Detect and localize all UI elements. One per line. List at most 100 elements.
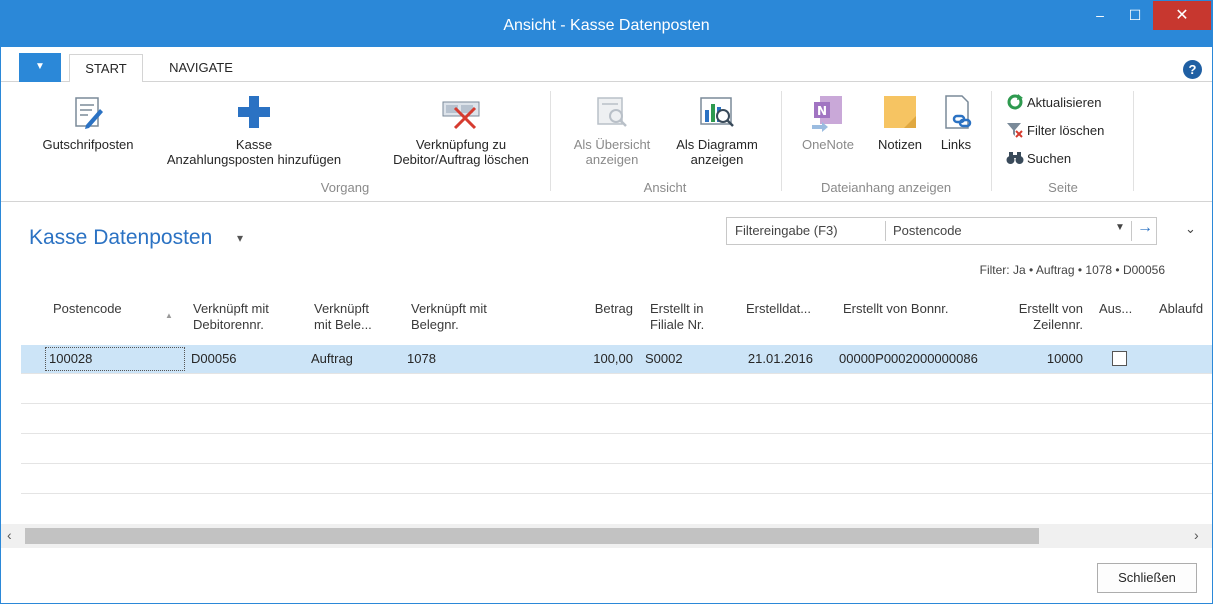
sticky-note-icon [884,96,916,128]
links-button[interactable]: Links [933,92,979,152]
collapse-chevron-icon[interactable]: ⌄ [1185,221,1196,237]
ribbon-separator [781,91,782,191]
cell-debitor[interactable]: D00056 [191,351,237,366]
row-divider [21,463,1212,464]
filter-loeschen-button[interactable]: Filter löschen [1006,121,1104,141]
filter-summary: Filter: Ja • Auftrag • 1078 • D00056 [979,263,1165,277]
diagramm-label-line1: Als Diagramm [676,137,758,152]
column-header-erstelldatum[interactable]: Erstelldat... [746,301,811,317]
group-label-dateianhang: Dateianhang anzeigen [820,180,952,195]
als-uebersicht-button[interactable]: Als Übersicht anzeigen [561,92,663,167]
column-header-bonnr[interactable]: Erstellt von Bonnr. [843,301,949,317]
ribbon: Gutschrifposten Kasse Anzahlungsposten h… [1,82,1212,202]
app-menu-button[interactable]: ▼ [19,53,61,82]
suchen-label: Suchen [1027,151,1072,166]
header-text: Belegnr. [411,317,459,332]
filter-divider [885,221,886,241]
verknuepfung-label-line2: Debitor/Auftrag löschen [393,152,529,167]
onenote-label: OneNote [801,137,855,152]
ribbon-separator [550,91,551,191]
cell-zeilennr[interactable]: 10000 [1001,351,1083,366]
column-header-zeilennr[interactable]: Erstellt von Zeilennr. [991,301,1083,333]
notizen-label: Notizen [877,137,923,152]
kasse-anzahlungsposten-button[interactable]: Kasse Anzahlungsposten hinzufügen [149,92,359,167]
header-text: Filiale Nr. [650,317,705,332]
edit-document-icon [75,97,103,129]
uebersicht-label-line1: Als Übersicht [573,137,651,152]
binoculars-icon [1006,152,1024,164]
filter-bar: Filtereingabe (F3) Postencode ▼ → [726,217,1157,245]
header-text: Verknüpft mit [193,301,269,316]
dropdown-arrow-icon[interactable]: ▼ [1115,222,1125,233]
onenote-button[interactable]: N OneNote [793,92,863,152]
refresh-icon [1007,94,1023,110]
maximize-button[interactable]: ☐ [1118,1,1152,30]
header-text: Erstellt von [1018,301,1083,316]
scrollbar-thumb[interactable] [25,528,1039,544]
table-row[interactable]: 100028 D00056 Auftrag 1078 100,00 S0002 … [21,345,1212,373]
header-text: mit Bele... [314,317,372,332]
filter-divider [1131,221,1132,241]
help-icon[interactable]: ? [1183,60,1202,79]
als-diagramm-button[interactable]: Als Diagramm anzeigen [665,92,769,167]
column-header-belegnr[interactable]: Verknüpft mit Belegnr. [411,301,487,333]
scroll-left-icon[interactable]: ‹ [7,527,12,543]
link-document-icon [945,95,972,129]
horizontal-scrollbar[interactable]: ‹ › [1,524,1212,548]
chevron-down-icon[interactable]: ▾ [237,231,243,245]
notizen-button[interactable]: Notizen [867,92,933,152]
cell-postencode[interactable]: 100028 [49,351,92,366]
dropdown-arrow-icon: ▼ [35,61,45,72]
header-text: Erstellt in [650,301,704,316]
row-divider [21,373,1212,374]
ribbon-separator [1133,91,1134,191]
group-label-ansicht: Ansicht [643,180,687,195]
filter-field-select[interactable]: Postencode [893,223,962,238]
suchen-button[interactable]: Suchen [1006,149,1071,169]
filter-input[interactable]: Filtereingabe (F3) [735,223,883,238]
checkbox-aus[interactable] [1112,351,1127,366]
uebersicht-label-line2: anzeigen [585,152,639,167]
header-text: Verknüpft [314,301,369,316]
cell-beleg[interactable]: Auftrag [311,351,353,366]
tab-navigate[interactable]: NAVIGATE [155,54,247,83]
links-label: Links [940,137,972,152]
ribbon-separator [991,91,992,191]
cell-betrag[interactable]: 100,00 [561,351,633,366]
gutschrifposten-label: Gutschrifposten [42,137,134,152]
cell-bonnr[interactable]: 00000P0002000000086 [839,351,978,366]
scroll-right-icon[interactable]: › [1194,527,1199,543]
minimize-button[interactable]: – [1083,1,1117,30]
column-header-filiale[interactable]: Erstellt in Filiale Nr. [650,301,704,333]
cell-belegnr[interactable]: 1078 [407,351,436,366]
cell-erstelldatum[interactable]: 21.01.2016 [721,351,813,366]
row-divider [21,433,1212,434]
header-text: Zeilennr. [1033,317,1083,332]
column-header-betrag[interactable]: Betrag [561,301,633,317]
onenote-icon: N [812,96,842,132]
verknuepfung-loeschen-button[interactable]: Verknüpfung zu Debitor/Auftrag löschen [381,92,541,167]
column-header-beleg[interactable]: Verknüpft mit Bele... [314,301,372,333]
close-window-button[interactable]: ✕ [1153,1,1211,30]
group-label-vorgang: Vorgang [320,180,370,195]
kasse-label-line1: Kasse [235,137,273,152]
column-header-debitor[interactable]: Verknüpft mit Debitorennr. [193,301,269,333]
column-header-ablauf[interactable]: Ablaufd [1159,301,1203,317]
column-header-aus[interactable]: Aus... [1099,301,1132,317]
cell-filiale[interactable]: S0002 [645,351,683,366]
row-divider [21,403,1212,404]
window-title: Ansicht - Kasse Datenposten [503,17,710,34]
aktualisieren-button[interactable]: Aktualisieren [1006,93,1101,113]
clear-filter-icon [1007,123,1023,138]
column-header-postencode[interactable]: Postencode [53,301,122,317]
close-button[interactable]: Schließen [1097,563,1197,593]
aktualisieren-label: Aktualisieren [1027,95,1102,110]
page-title: Kasse Datenposten [29,226,213,249]
arrow-right-icon[interactable]: → [1137,219,1153,237]
title-bar: Ansicht - Kasse Datenposten – ☐ ✕ [1,1,1212,47]
gutschrifposten-button[interactable]: Gutschrifposten [29,92,147,152]
group-label-seite: Seite [1048,180,1078,195]
tab-start[interactable]: START [69,54,143,83]
chart-view-icon [700,97,734,127]
unlink-table-icon [442,101,480,130]
